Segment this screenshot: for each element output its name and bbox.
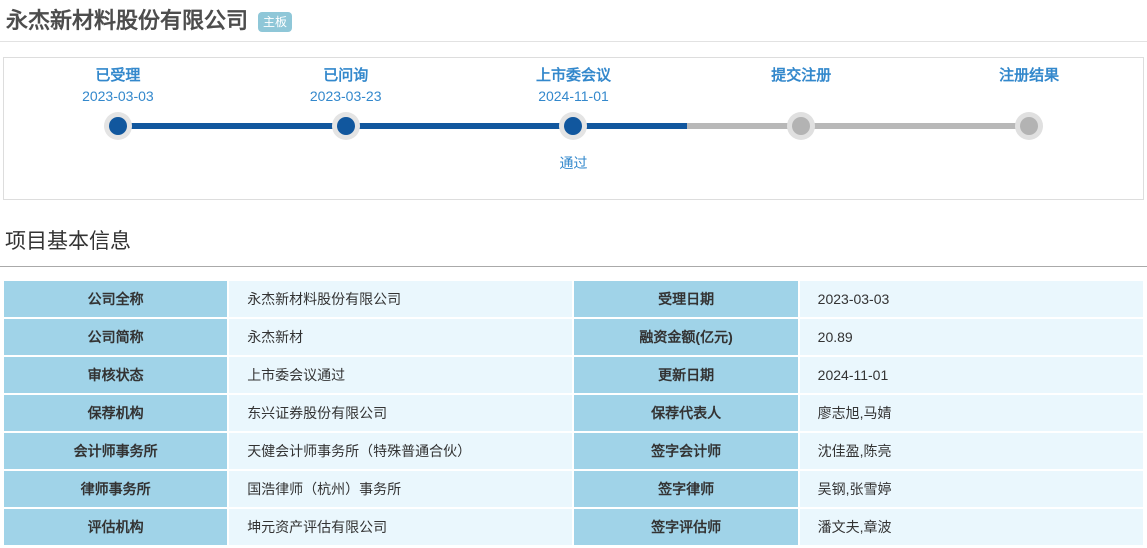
- section-divider: [0, 266, 1147, 267]
- ipo-progress-timeline: 已受理 2023-03-03 已问询 2023-03-23 上市委会议 2024-11-0…: [3, 57, 1144, 200]
- info-value-cell: 廖志旭,马婧: [799, 395, 1143, 431]
- timeline-stage-label: 注册结果: [999, 67, 1060, 84]
- info-label-cell: 公司简称: [4, 319, 228, 355]
- timeline-stage-note: [4, 153, 232, 173]
- table-row: 保荐机构 东兴证券股份有限公司 保荐代表人 廖志旭,马婧: [4, 395, 1143, 431]
- timeline-dot-icon: [792, 117, 811, 135]
- info-value-cell: 国浩律师（杭州）事务所: [229, 471, 573, 507]
- info-label-cell: 签字会计师: [574, 433, 798, 469]
- section-title: 项目基本信息: [5, 230, 131, 253]
- timeline-stage-label: 已问询: [323, 67, 369, 84]
- info-value-cell: 潘文夫,章波: [799, 509, 1143, 545]
- timeline-dot-icon: [336, 117, 355, 135]
- info-value-cell: 永杰新材料股份有限公司: [229, 281, 573, 317]
- timeline-stage-note: [232, 153, 460, 173]
- timeline-stage-date: [915, 86, 1143, 106]
- info-value-cell: 天健会计师事务所（特殊普通合伙）: [229, 433, 573, 469]
- table-row: 公司全称 永杰新材料股份有限公司 受理日期 2023-03-03: [4, 281, 1143, 317]
- timeline-stage-note: [687, 153, 915, 173]
- info-label-cell: 保荐机构: [4, 395, 228, 431]
- timeline-stage-date: [687, 86, 915, 106]
- info-label-cell: 保荐代表人: [574, 395, 798, 431]
- timeline-stage-date: 2023-03-03: [82, 88, 154, 104]
- info-value-cell: 东兴证券股份有限公司: [229, 395, 573, 431]
- info-label-cell: 律师事务所: [4, 471, 228, 507]
- timeline-stage-date: 2023-03-23: [309, 88, 382, 104]
- info-label-cell: 受理日期: [574, 281, 798, 317]
- info-value-cell: 沈佳盈,陈亮: [799, 433, 1143, 469]
- info-label-cell: 更新日期: [574, 357, 798, 393]
- table-row: 公司简称 永杰新材 融资金额(亿元) 20.89: [4, 319, 1143, 355]
- info-label-cell: 会计师事务所: [4, 433, 228, 469]
- timeline-stage-label: 已受理: [95, 67, 141, 84]
- timeline-dot-icon: [564, 117, 583, 135]
- timeline-dot-icon: [1020, 117, 1039, 135]
- timeline-dot-wrap: [915, 106, 1143, 146]
- timeline-stage-3: 上市委会议 2024-11-01 通过: [460, 65, 688, 173]
- timeline-dot-wrap: [687, 106, 915, 146]
- info-label-cell: 签字律师: [574, 471, 798, 507]
- info-value-cell: 2024-11-01: [799, 357, 1143, 393]
- timeline-stage-label: 上市委会议: [535, 67, 611, 84]
- timeline-dot-icon: [108, 117, 127, 135]
- project-info-table: 公司全称 永杰新材料股份有限公司 受理日期 2023-03-03 公司简称 永杰新材 融资金…: [2, 279, 1145, 547]
- project-info-table-body: 公司全称 永杰新材料股份有限公司 受理日期 2023-03-03 公司简称 永杰新材 融资金…: [4, 281, 1143, 545]
- info-label-cell: 评估机构: [4, 509, 228, 545]
- info-value-cell: 永杰新材: [229, 319, 573, 355]
- info-value-cell: 上市委会议通过: [229, 357, 573, 393]
- info-value-cell: 吴钢,张雪婷: [799, 471, 1143, 507]
- page-title: 永杰新材料股份有限公司: [6, 8, 249, 33]
- info-value-cell: 20.89: [799, 319, 1143, 355]
- timeline-dot-wrap: [4, 106, 232, 146]
- info-label-cell: 公司全称: [4, 281, 228, 317]
- info-value-cell: 坤元资产评估有限公司: [229, 509, 573, 545]
- timeline-stage-date: 2024-11-01: [538, 88, 609, 104]
- info-label-cell: 融资金额(亿元): [574, 319, 798, 355]
- info-value-cell: 2023-03-03: [799, 281, 1143, 317]
- timeline-stage-1: 已受理 2023-03-03: [4, 65, 232, 173]
- info-label-cell: 审核状态: [4, 357, 228, 393]
- table-row: 会计师事务所 天健会计师事务所（特殊普通合伙） 签字会计师 沈佳盈,陈亮: [4, 433, 1143, 469]
- page-header: 永杰新材料股份有限公司 主板: [0, 0, 1147, 41]
- timeline-dot-wrap: [460, 106, 688, 146]
- board-badge: 主板: [258, 12, 293, 32]
- timeline-stage-4: 提交注册: [687, 65, 915, 173]
- table-row: 审核状态 上市委会议通过 更新日期 2024-11-01: [4, 357, 1143, 393]
- timeline-stage-label: 提交注册: [771, 67, 832, 84]
- table-row: 律师事务所 国浩律师（杭州）事务所 签字律师 吴钢,张雪婷: [4, 471, 1143, 507]
- timeline-dot-wrap: [232, 106, 460, 146]
- timeline-stage-note: 通过: [559, 155, 588, 171]
- info-label-cell: 签字评估师: [574, 509, 798, 545]
- title-divider: [0, 41, 1147, 42]
- timeline-stages: 已受理 2023-03-03 已问询 2023-03-23 上市委会议 2024-11-0…: [4, 58, 1143, 173]
- table-row: 评估机构 坤元资产评估有限公司 签字评估师 潘文夫,章波: [4, 509, 1143, 545]
- timeline-stage-5: 注册结果: [915, 65, 1143, 173]
- timeline-stage-2: 已问询 2023-03-23: [232, 65, 460, 173]
- timeline-stage-note: [915, 153, 1143, 173]
